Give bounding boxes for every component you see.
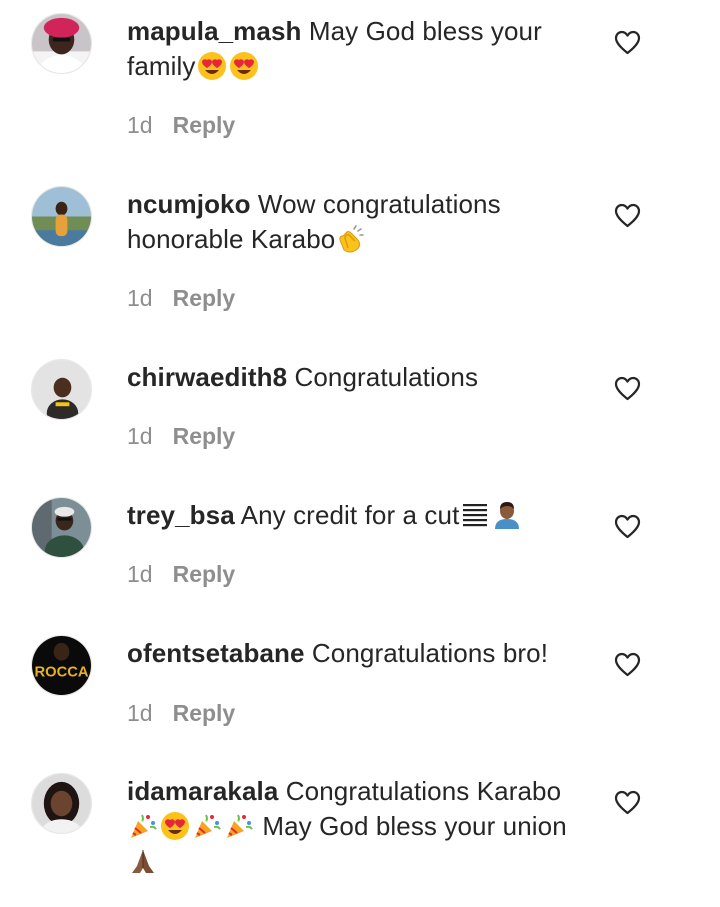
- comment-username[interactable]: ofentsetabane: [127, 638, 305, 668]
- reply-button[interactable]: Reply: [173, 285, 236, 311]
- like-heart-icon[interactable]: [614, 203, 641, 228]
- like-heart-icon[interactable]: [614, 376, 641, 401]
- reply-button[interactable]: Reply: [173, 423, 236, 449]
- comment-username[interactable]: idamarakala: [127, 776, 278, 806]
- party-popper-emoji: [192, 811, 222, 841]
- comment-time: 1d: [127, 285, 153, 311]
- comment-text: ncumjoko Wow congratulations honorable K…: [127, 187, 597, 257]
- party-popper-emoji: [224, 811, 254, 841]
- avatar[interactable]: [31, 359, 92, 420]
- reply-button[interactable]: Reply: [173, 700, 236, 726]
- comment-body: Congratulations: [294, 362, 479, 392]
- heart-eyes-emoji: [160, 811, 190, 841]
- comment-time: 1d: [127, 700, 153, 726]
- comment-text: mapula_mash May God bless your family: [127, 14, 597, 84]
- party-popper-emoji: [128, 811, 158, 841]
- comment-body-continued: May God bless your union: [262, 811, 567, 841]
- comment-body: Congratulations bro!: [311, 638, 549, 668]
- heart-eyes-emoji: [197, 51, 227, 81]
- comment-body: Congratulations Karabo: [285, 776, 562, 806]
- avatar[interactable]: [31, 497, 92, 558]
- avatar[interactable]: [31, 773, 92, 834]
- avatar[interactable]: [31, 13, 92, 74]
- like-heart-icon[interactable]: [614, 652, 641, 677]
- comment-time: 1d: [127, 423, 153, 449]
- like-heart-icon[interactable]: [614, 514, 641, 539]
- clapping-hands-emoji: [336, 224, 366, 254]
- man-emoji: [492, 500, 522, 530]
- avatar[interactable]: [31, 186, 92, 247]
- reply-button[interactable]: Reply: [173, 112, 236, 138]
- comment-username[interactable]: ncumjoko: [127, 189, 251, 219]
- comment-text: ofentsetabane Congratulations bro!: [127, 636, 597, 671]
- barber-pole-emoji: [460, 500, 490, 530]
- comment-meta: 1d Reply: [127, 284, 235, 312]
- comment-text: chirwaedith8 Congratulations: [127, 360, 597, 395]
- like-heart-icon[interactable]: [614, 30, 641, 55]
- reply-button[interactable]: Reply: [173, 561, 236, 587]
- comment-username[interactable]: chirwaedith8: [127, 362, 287, 392]
- like-heart-icon[interactable]: [614, 790, 641, 815]
- avatar[interactable]: ROCCA: [31, 635, 92, 696]
- comment-body: Any credit for a cut: [240, 500, 460, 530]
- comment-time: 1d: [127, 112, 153, 138]
- comment-username[interactable]: mapula_mash: [127, 16, 302, 46]
- comment-meta: 1d Reply: [127, 560, 235, 588]
- comment-time: 1d: [127, 561, 153, 587]
- comment-username[interactable]: trey_bsa: [127, 500, 235, 530]
- comment-text: idamarakala Congratulations Karabo May G…: [127, 774, 597, 879]
- folded-hands-emoji: [128, 846, 158, 876]
- avatar-logo-text: ROCCA: [34, 664, 88, 680]
- comment-meta: 1d Reply: [127, 111, 235, 139]
- heart-eyes-emoji: [229, 51, 259, 81]
- comment-meta: 1d Reply: [127, 422, 235, 450]
- comment-meta: 1d Reply: [127, 699, 235, 727]
- comment-text: trey_bsa Any credit for a cut: [127, 498, 597, 533]
